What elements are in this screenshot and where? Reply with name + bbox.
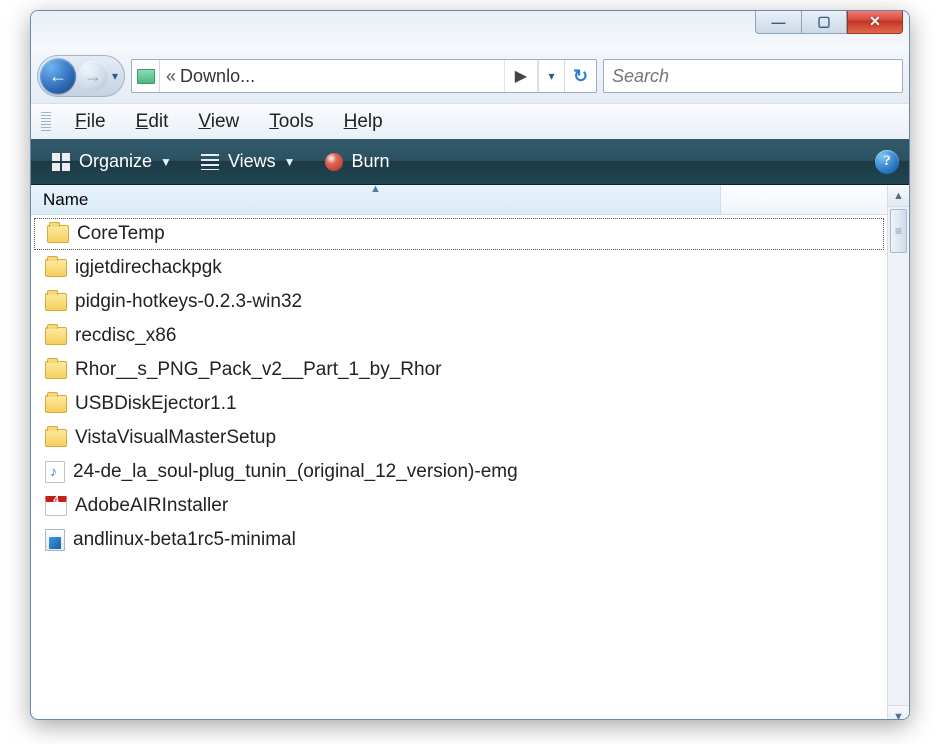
close-button[interactable]: ✕ xyxy=(847,10,903,34)
folder-icon xyxy=(45,395,67,413)
scroll-down-button[interactable]: ▼ xyxy=(888,705,909,720)
navigation-bar: ← → ▾ « Downlo... ▶ ▾ ↻ xyxy=(31,51,909,103)
folder-icon xyxy=(45,293,67,311)
scrollbar-thumb[interactable] xyxy=(890,209,907,253)
content-area: ▲ Name CoreTemp igjetdirechackpgk pidgin-h… xyxy=(31,185,909,720)
burn-button[interactable]: Burn xyxy=(314,146,400,178)
back-button[interactable]: ← xyxy=(40,58,76,94)
breadcrumb-segment[interactable]: Downlo... xyxy=(180,66,255,87)
menu-help[interactable]: Help xyxy=(330,107,397,137)
address-history-dropdown[interactable]: ▾ xyxy=(538,60,564,92)
scroll-up-button[interactable]: ▲ xyxy=(888,185,909,207)
file-row[interactable]: andlinux-beta1rc5-minimal xyxy=(31,523,887,557)
file-row[interactable]: recdisc_x86 xyxy=(31,319,887,353)
file-name-label: CoreTemp xyxy=(77,223,165,245)
help-button[interactable]: ? xyxy=(875,150,899,174)
file-name-label: 24-de_la_soul-plug_tunin_(original_12_ve… xyxy=(73,461,518,483)
column-name-label: Name xyxy=(43,190,88,210)
folder-icon xyxy=(45,327,67,345)
minimize-button[interactable]: — xyxy=(755,10,801,34)
column-headers: ▲ Name xyxy=(31,185,887,215)
file-row[interactable]: AdobeAIRInstaller xyxy=(31,489,887,523)
file-name-label: Rhor__s_PNG_Pack_v2__Part_1_by_Rhor xyxy=(75,359,442,381)
file-row[interactable]: USBDiskEjector1.1 xyxy=(31,387,887,421)
installer-icon xyxy=(45,529,65,551)
recent-pages-dropdown[interactable]: ▾ xyxy=(110,69,120,83)
file-row[interactable]: CoreTemp xyxy=(33,217,885,251)
location-icon xyxy=(132,60,160,92)
menu-grip[interactable] xyxy=(41,112,51,132)
column-header-blank[interactable] xyxy=(721,185,887,214)
file-name-label: igjetdirechackpgk xyxy=(75,257,222,279)
titlebar: — ▢ ✕ xyxy=(31,11,909,51)
scrollbar-track[interactable] xyxy=(888,207,909,705)
refresh-button[interactable]: ↻ xyxy=(564,60,596,92)
file-row[interactable]: pidgin-hotkeys-0.2.3-win32 xyxy=(31,285,887,319)
audio-icon xyxy=(45,461,65,483)
breadcrumb-overflow-chevrons[interactable]: « xyxy=(166,66,176,87)
search-box[interactable] xyxy=(603,59,903,93)
organize-icon xyxy=(52,153,70,171)
file-name-label: VistaVisualMasterSetup xyxy=(75,427,276,449)
views-icon xyxy=(201,154,219,170)
window-caption-buttons: — ▢ ✕ xyxy=(755,10,903,51)
organize-button[interactable]: Organize ▼ xyxy=(41,146,182,178)
menu-edit[interactable]: Edit xyxy=(122,107,183,137)
breadcrumb-segment-dropdown[interactable]: ▶ xyxy=(504,60,538,92)
folder-icon xyxy=(45,429,67,447)
file-name-label: AdobeAIRInstaller xyxy=(75,495,228,517)
search-input[interactable] xyxy=(612,66,894,87)
folder-icon xyxy=(47,225,69,243)
folder-icon xyxy=(137,69,155,84)
file-list-pane: ▲ Name CoreTemp igjetdirechackpgk pidgin-h… xyxy=(31,185,887,720)
file-row[interactable]: igjetdirechackpgk xyxy=(31,251,887,285)
adobe-icon xyxy=(45,496,67,516)
command-bar: Organize ▼ Views ▼ Burn ? xyxy=(31,139,909,185)
address-breadcrumb[interactable]: « Downlo... ▶ ▾ ↻ xyxy=(131,59,597,93)
file-list: CoreTemp igjetdirechackpgk pidgin-hotkeys-… xyxy=(31,215,887,557)
burn-icon xyxy=(325,153,343,171)
file-name-label: andlinux-beta1rc5-minimal xyxy=(73,529,296,551)
burn-label: Burn xyxy=(352,151,390,172)
chevron-down-icon: ▼ xyxy=(160,155,172,169)
forward-button[interactable]: → xyxy=(78,61,108,91)
menu-tools[interactable]: Tools xyxy=(255,107,327,137)
maximize-button[interactable]: ▢ xyxy=(801,10,847,34)
sort-ascending-icon: ▲ xyxy=(370,183,381,195)
breadcrumb-path[interactable]: « Downlo... xyxy=(160,66,504,87)
nav-buttons-group: ← → ▾ xyxy=(37,55,125,97)
explorer-window: — ▢ ✕ ← → ▾ « Downlo... ▶ ▾ ↻ xyxy=(30,10,910,720)
menu-bar: File Edit View Tools Help xyxy=(31,103,909,139)
column-header-name[interactable]: ▲ Name xyxy=(31,185,721,214)
file-name-label: pidgin-hotkeys-0.2.3-win32 xyxy=(75,291,302,313)
views-button[interactable]: Views ▼ xyxy=(190,146,306,178)
file-row[interactable]: Rhor__s_PNG_Pack_v2__Part_1_by_Rhor xyxy=(31,353,887,387)
file-name-label: recdisc_x86 xyxy=(75,325,176,347)
file-row[interactable]: 24-de_la_soul-plug_tunin_(original_12_ve… xyxy=(31,455,887,489)
folder-icon xyxy=(45,361,67,379)
menu-view[interactable]: View xyxy=(184,107,253,137)
file-name-label: USBDiskEjector1.1 xyxy=(75,393,237,415)
vertical-scrollbar[interactable]: ▲ ▼ xyxy=(887,185,909,720)
views-label: Views xyxy=(228,151,276,172)
chevron-down-icon: ▼ xyxy=(284,155,296,169)
file-row[interactable]: VistaVisualMasterSetup xyxy=(31,421,887,455)
folder-icon xyxy=(45,259,67,277)
menu-file[interactable]: File xyxy=(61,107,120,137)
organize-label: Organize xyxy=(79,151,152,172)
